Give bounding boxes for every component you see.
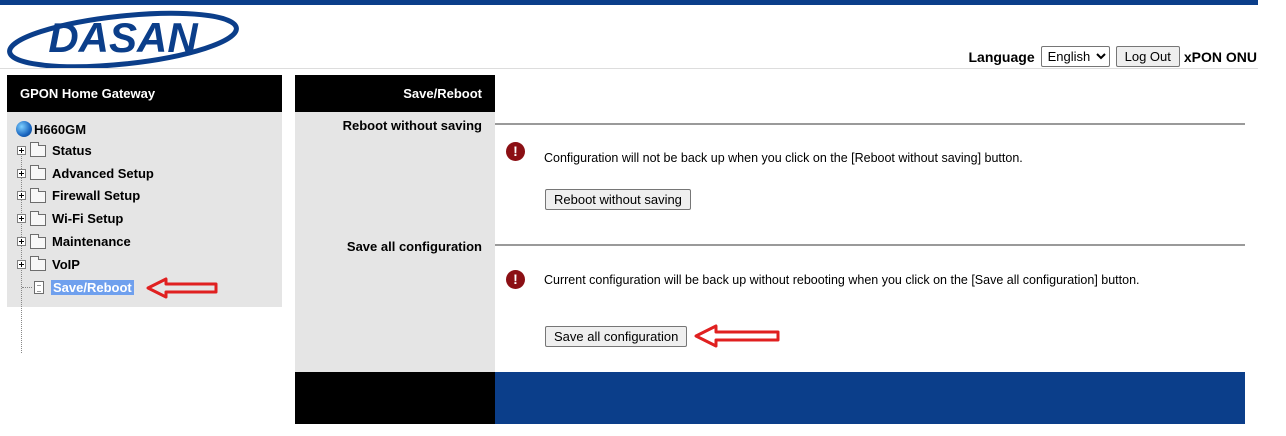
header-divider <box>0 68 1258 69</box>
folder-icon <box>30 210 46 226</box>
sidebar: GPON Home Gateway H660GM Status Advanced… <box>7 75 282 353</box>
annotation-arrow-icon <box>694 324 780 348</box>
folder-icon <box>30 233 46 249</box>
document-icon <box>34 280 44 294</box>
tree-root[interactable]: H660GM <box>7 119 282 139</box>
language-label: Language <box>968 48 1035 65</box>
annotation-arrow-icon <box>146 277 218 299</box>
sidebar-item-maintenance[interactable]: Maintenance <box>7 230 282 253</box>
nav-tree: H660GM Status Advanced Setup Firewall Se… <box>7 112 282 353</box>
sidebar-item-status[interactable]: Status <box>7 139 282 162</box>
section-divider <box>495 123 1245 125</box>
sidebar-item-advanced-setup[interactable]: Advanced Setup <box>7 162 282 185</box>
save-message: Current configuration will be back up wi… <box>544 273 1140 287</box>
sidebar-title: GPON Home Gateway <box>7 75 282 112</box>
footer-bar <box>495 372 1245 424</box>
language-select[interactable]: English <box>1040 46 1110 67</box>
save-all-configuration-button[interactable]: Save all configuration <box>545 326 688 347</box>
reboot-message: Configuration will not be back up when y… <box>544 151 1023 165</box>
sidebar-item-voip[interactable]: VoIP <box>7 253 282 276</box>
expand-icon[interactable] <box>17 191 26 201</box>
dasan-logo: DASAN <box>7 10 239 68</box>
expand-icon[interactable] <box>17 168 26 178</box>
header-controls: Language English Log Out xPON ONU <box>968 46 1257 67</box>
globe-icon <box>16 121 32 137</box>
sidebar-item-label: Status <box>52 142 92 158</box>
expand-icon[interactable] <box>17 145 26 155</box>
sidebar-item-wifi-setup[interactable]: Wi-Fi Setup <box>7 207 282 230</box>
tree-connector <box>22 286 32 288</box>
folder-icon <box>30 187 46 203</box>
sidebar-item-label: Maintenance <box>52 234 131 250</box>
product-name: xPON ONU <box>1183 48 1257 65</box>
sidebar-item-firewall-setup[interactable]: Firewall Setup <box>7 185 282 208</box>
top-accent-bar <box>0 0 1258 5</box>
sidebar-item-save-reboot[interactable]: Save/Reboot <box>7 276 282 299</box>
sidebar-item-label: Save/Reboot <box>51 279 134 295</box>
tree-line <box>21 153 22 353</box>
sidebar-item-label: Firewall Setup <box>52 188 141 204</box>
warning-icon: ! <box>506 142 525 161</box>
reboot-without-saving-button[interactable]: Reboot without saving <box>545 189 691 210</box>
section-divider <box>495 244 1245 246</box>
folder-icon <box>30 165 46 181</box>
logout-button[interactable]: Log Out <box>1115 46 1180 67</box>
section-label-save: Save all configuration <box>346 239 482 254</box>
expand-icon[interactable] <box>17 259 26 269</box>
footer-left <box>295 372 495 424</box>
section-label-reboot: Reboot without saving <box>342 118 482 133</box>
tree-root-label: H660GM <box>34 121 87 137</box>
sidebar-item-label: Wi-Fi Setup <box>52 211 124 227</box>
expand-icon[interactable] <box>17 237 26 247</box>
folder-icon <box>30 256 46 272</box>
main-panel: Save/Reboot Reboot without saving ! Conf… <box>295 75 1245 424</box>
svg-text:DASAN: DASAN <box>48 14 199 61</box>
sidebar-item-label: VoIP <box>52 256 80 272</box>
sidebar-item-label: Advanced Setup <box>52 165 154 181</box>
folder-icon <box>30 142 46 158</box>
page-title: Save/Reboot <box>295 75 495 112</box>
expand-icon[interactable] <box>17 214 26 224</box>
warning-icon: ! <box>506 270 525 289</box>
